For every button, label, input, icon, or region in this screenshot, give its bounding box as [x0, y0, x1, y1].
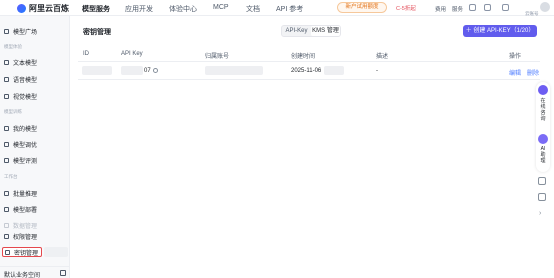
column-account: 归属账号 — [205, 54, 230, 60]
column-id: ID — [83, 51, 89, 57]
table-row: 07 2025-11-06 - 编辑 删除 — [78, 62, 540, 80]
sidebar-item-evaluation[interactable]: 模型评测 — [4, 155, 37, 165]
sidebar-group-workbench: 工作台 — [4, 174, 18, 179]
assistant-rail: 在 线 咨 询 AI 助 理 — [536, 82, 550, 172]
masked-api-key — [121, 66, 143, 75]
sidebar-item-placeholder — [44, 247, 68, 257]
tab-kms[interactable]: KMS 管理 — [311, 26, 340, 36]
key-icon — [5, 249, 10, 255]
box-icon — [4, 125, 9, 131]
discount-badge[interactable]: C-5折起 — [396, 4, 416, 12]
message-icon[interactable] — [469, 4, 476, 11]
brand-name: 阿里云百炼 — [29, 4, 69, 13]
column-actions: 操作 — [509, 54, 522, 60]
feedback-icon[interactable] — [538, 193, 546, 201]
key-type-tabs: API-Key KMS 管理 — [281, 25, 341, 37]
user-icon — [4, 233, 9, 239]
settings-icon[interactable] — [484, 4, 491, 11]
nav-mcp[interactable]: MCP — [213, 4, 229, 11]
ai-assistant-text-3[interactable]: 理 — [539, 158, 547, 164]
tune-icon — [4, 141, 9, 147]
sidebar-item-key-management[interactable]: 密钥管理 — [2, 247, 42, 257]
description: - — [376, 68, 378, 74]
sidebar-item-voice-model[interactable]: 语音模型 — [4, 74, 37, 84]
sidebar-item-permissions[interactable]: 权限管理 — [4, 231, 37, 241]
sidebar-item-data-management[interactable]: 数据管理 — [4, 220, 37, 230]
page-title: 密钥管理 — [83, 29, 111, 36]
brand-logo[interactable]: 阿里云百炼 — [17, 3, 69, 14]
refresh-icon[interactable] — [153, 68, 158, 73]
sidebar-item-my-models[interactable]: 我的模型 — [4, 123, 37, 133]
sidebar-item-vision-model[interactable]: 视觉模型 — [4, 91, 37, 101]
delete-link[interactable]: 删除 — [527, 68, 539, 77]
api-key-table: ID API Key 归属账号 创建时间 描述 操作 07 2025-11-06… — [78, 46, 540, 80]
tab-api-key[interactable]: API-Key — [282, 26, 311, 36]
masked-id — [82, 66, 112, 75]
table-header: ID API Key 归属账号 创建时间 描述 操作 — [78, 46, 540, 62]
collapse-sidebar-icon[interactable] — [60, 270, 66, 276]
ai-assistant-icon[interactable] — [538, 134, 548, 144]
create-api-key-button[interactable]: ＋ 创建 API-KEY（1/20） — [463, 25, 537, 37]
online-help-text-4[interactable]: 询 — [539, 116, 547, 122]
grid-icon — [4, 28, 9, 34]
sidebar-group-experience: 模型体验 — [4, 44, 22, 49]
workspace-switcher[interactable]: 默认业务空间 — [0, 266, 70, 278]
column-description: 描述 — [376, 54, 389, 60]
image-icon — [4, 93, 9, 99]
help-icon[interactable] — [502, 4, 509, 11]
sidebar: 模型广场 模型体验 文本模型 语音模型 视觉模型 模型训练 我的模型 模型调优 … — [0, 16, 70, 278]
sidebar-group-training: 模型训练 — [4, 109, 22, 114]
text-icon — [4, 59, 9, 65]
nav-api-reference[interactable]: API 参考 — [276, 4, 303, 14]
top-bar: 阿里云百炼 模型服务 应用开发 体验中心 MCP 文档 API 参考 新户试用额… — [0, 0, 554, 16]
link-service[interactable]: 服务 — [452, 5, 463, 13]
document-icon[interactable] — [538, 177, 546, 185]
column-api-key: API Key — [121, 51, 143, 57]
link-billing[interactable]: 费用 — [435, 5, 446, 13]
user-account-label: 云账号 — [525, 11, 539, 16]
audio-icon — [4, 76, 9, 82]
sidebar-item-model-square[interactable]: 模型广场 — [4, 26, 37, 36]
created-time: 2025-11-06 — [291, 68, 322, 74]
masked-time — [324, 66, 344, 75]
support-avatar-icon[interactable] — [538, 85, 548, 95]
api-key-suffix: 07 — [144, 68, 151, 74]
sidebar-item-batch-inference[interactable]: 批量推理 — [4, 188, 37, 198]
masked-account — [205, 66, 263, 75]
batch-icon — [4, 190, 9, 196]
sidebar-item-tuning[interactable]: 模型调优 — [4, 139, 37, 149]
edit-link[interactable]: 编辑 — [509, 68, 521, 77]
nav-app-dev[interactable]: 应用开发 — [125, 4, 153, 14]
sidebar-item-deployment[interactable]: 模型部署 — [4, 204, 37, 214]
promo-badge[interactable]: 新户试用额度 — [337, 2, 387, 13]
nav-experience[interactable]: 体验中心 — [169, 4, 197, 14]
chevron-right-icon[interactable]: › — [539, 210, 541, 217]
user-avatar[interactable] — [540, 2, 550, 12]
column-created: 创建时间 — [291, 54, 316, 60]
nav-docs[interactable]: 文档 — [246, 4, 260, 14]
deploy-icon — [4, 206, 9, 212]
nav-model-service[interactable]: 模型服务 — [82, 4, 110, 14]
workspace-label: 默认业务空间 — [4, 273, 41, 278]
target-icon — [4, 157, 9, 163]
sidebar-item-text-model[interactable]: 文本模型 — [4, 57, 37, 67]
database-icon — [4, 222, 9, 228]
brand-logo-icon — [17, 4, 26, 13]
